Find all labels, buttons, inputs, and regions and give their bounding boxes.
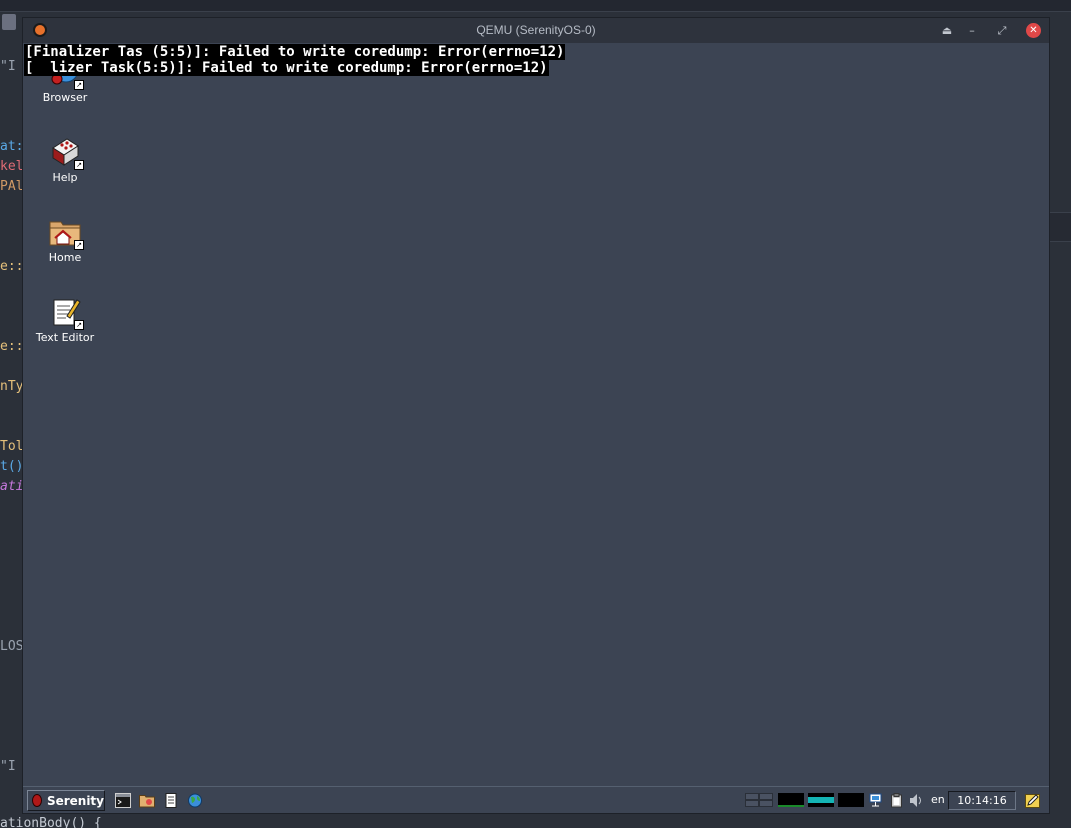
start-button[interactable]: Serenity xyxy=(27,790,105,811)
shortcut-arrow-icon: ↗ xyxy=(74,240,84,250)
memory-graph[interactable] xyxy=(808,793,834,807)
desktop-icon-label: Browser xyxy=(42,91,88,104)
host-code-fragment: Tol xyxy=(0,439,24,454)
close-button[interactable]: ✕ xyxy=(1026,23,1041,38)
host-right-panel xyxy=(1050,12,1071,828)
clock[interactable]: 10:14:16 xyxy=(948,791,1016,810)
notes-icon[interactable] xyxy=(1025,793,1041,808)
network-graph[interactable] xyxy=(838,793,864,807)
text-editor-icon[interactable] xyxy=(163,793,179,808)
console-line: [ lizer Task(5:5)]: Failed to write core… xyxy=(24,60,549,76)
host-code-fragment: e:: xyxy=(0,339,24,354)
window-title: QEMU (SerenityOS-0) xyxy=(476,23,596,37)
host-code-fragment: nTy xyxy=(0,379,24,394)
host-code-fragment: LOS xyxy=(0,639,24,654)
home-folder-icon: ↗ xyxy=(49,216,84,250)
eject-button[interactable]: ⏏ xyxy=(938,21,956,39)
desktop-icon-label: Home xyxy=(48,251,82,264)
qemu-window: QEMU (SerenityOS-0) ⏏ – ⤢ ✕ ↗ Browser ↗ … xyxy=(22,17,1050,814)
host-code-fragment: PAl xyxy=(0,179,24,194)
host-code-fragment: "I xyxy=(0,759,16,774)
host-code-fragment: kel xyxy=(0,159,24,174)
minimize-button[interactable]: – xyxy=(963,21,981,39)
terminal-icon[interactable] xyxy=(115,793,131,808)
shortcut-arrow-icon: ↗ xyxy=(74,320,84,330)
help-book-icon: ↗ xyxy=(49,136,84,170)
host-code-fragment: e:: xyxy=(0,259,24,274)
host-code-fragment: "I xyxy=(0,59,16,74)
host-file-icon xyxy=(2,14,16,30)
shortcut-arrow-icon: ↗ xyxy=(74,80,84,90)
keyboard-layout[interactable]: en xyxy=(931,793,945,806)
workspace-switcher[interactable] xyxy=(745,793,773,807)
window-titlebar[interactable]: QEMU (SerenityOS-0) ⏏ – ⤢ ✕ xyxy=(23,18,1049,43)
file-manager-icon[interactable] xyxy=(139,793,155,808)
host-code-fragment: at: xyxy=(0,139,24,154)
shortcut-arrow-icon: ↗ xyxy=(74,160,84,170)
start-label: Serenity xyxy=(46,793,104,808)
desktop-icon-text-editor[interactable]: ↗ Text Editor xyxy=(29,296,101,344)
host-code-fragment: ati xyxy=(0,479,24,494)
cpu-graph[interactable] xyxy=(778,793,804,807)
text-editor-icon: ↗ xyxy=(49,296,84,330)
taskbar: Serenity en 10:14:16 xyxy=(23,786,1049,813)
clipboard-icon[interactable] xyxy=(890,793,904,808)
serenity-logo-icon xyxy=(32,794,42,807)
desktop-icon-label: Help xyxy=(52,171,78,184)
serenity-desktop[interactable]: ↗ Browser ↗ Help ↗ Home ↗ Text Editor [F… xyxy=(23,43,1049,786)
host-topbar xyxy=(0,0,1071,12)
desktop-icon-help[interactable]: ↗ Help xyxy=(29,136,101,184)
volume-icon[interactable] xyxy=(909,793,923,808)
desktop-icon-home[interactable]: ↗ Home xyxy=(29,216,101,264)
desktop-icon-label: Text Editor xyxy=(35,331,95,344)
host-code-fragment: t() xyxy=(0,459,24,474)
host-code-fragment: ationBody() { xyxy=(0,816,102,828)
host-editor-gutter xyxy=(0,12,22,828)
restore-button[interactable]: ⤢ xyxy=(993,21,1011,39)
browser-icon[interactable] xyxy=(187,793,203,808)
network-icon[interactable] xyxy=(869,793,883,808)
console-line: [Finalizer Tas (5:5)]: Failed to write c… xyxy=(24,44,566,60)
